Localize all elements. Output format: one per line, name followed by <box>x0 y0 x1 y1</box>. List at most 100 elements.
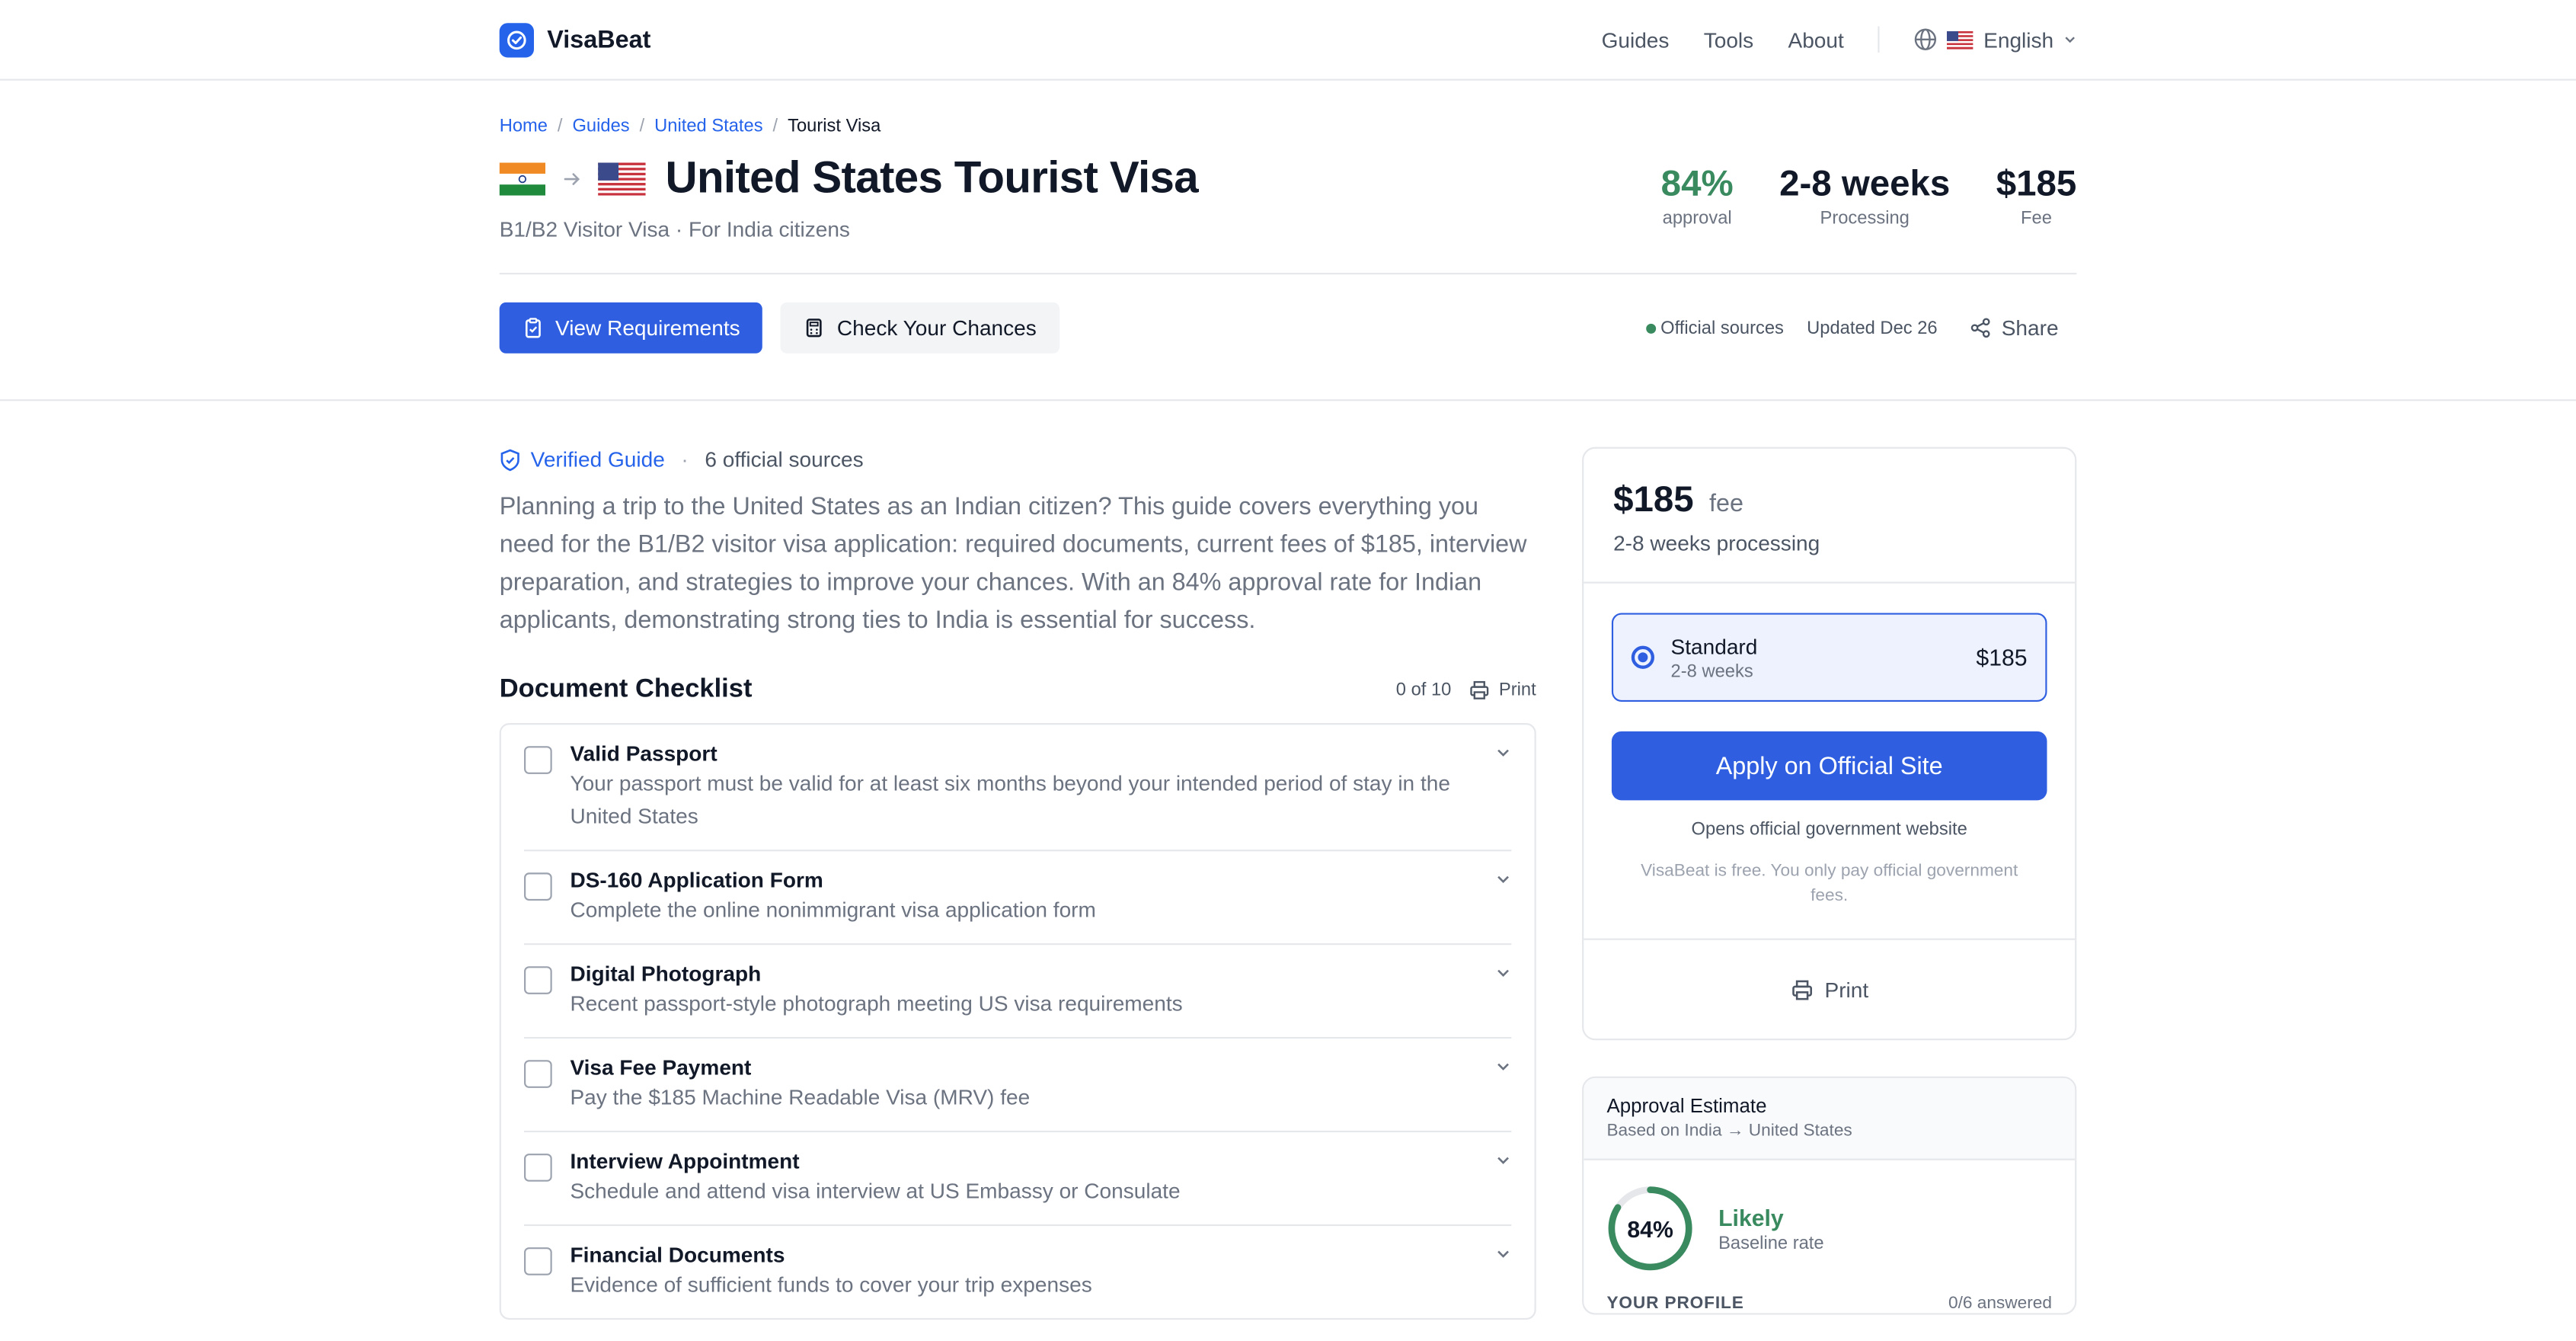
updated-date: Updated Dec 26 <box>1807 318 1938 338</box>
approval-subtitle: Based on India → United States <box>1606 1120 1852 1141</box>
checklist-item[interactable]: Visa Fee Payment Pay the $185 Machine Rea… <box>524 1039 1512 1133</box>
sidebar-print-button[interactable]: Print <box>1584 940 2075 1039</box>
checklist-item[interactable]: Digital Photograph Recent passport-style … <box>524 945 1512 1039</box>
option-name: Standard <box>1670 633 1758 658</box>
breadcrumb-country[interactable]: United States <box>654 117 762 136</box>
opens-note: Opens official government website <box>1691 820 1967 840</box>
checklist-item-title: Valid Passport <box>570 741 718 767</box>
main-nav: Guides Tools About English <box>1602 26 2077 53</box>
sources-count[interactable]: 6 official sources <box>705 447 863 472</box>
approval-title: Approval Estimate <box>1606 1094 1767 1118</box>
page-title: United States Tourist Visa <box>665 152 1199 203</box>
official-sources-label: Official sources <box>1660 318 1784 338</box>
free-note: VisaBeat is free. You only pay official … <box>1641 861 2018 906</box>
checklist-item-desc: Recent passport-style photograph meeting… <box>570 991 1183 1016</box>
checklist-checkbox[interactable] <box>524 746 552 774</box>
language-label: English <box>1983 27 2054 52</box>
checklist-item[interactable]: Interview Appointment Schedule and attend… <box>524 1132 1512 1227</box>
chevron-down-icon[interactable] <box>1495 1058 1512 1075</box>
chevron-down-icon[interactable] <box>1495 1152 1512 1169</box>
chevron-down-icon[interactable] <box>1495 744 1512 761</box>
approval-status: Likely <box>1718 1203 1784 1231</box>
brand[interactable]: VisaBeat <box>499 22 650 57</box>
check-chances-label: Check Your Chances <box>836 315 1037 341</box>
share-icon <box>1971 318 1991 338</box>
approval-ring: 84% <box>1606 1185 1693 1272</box>
guide-intro: Planning a trip to the United States as … <box>499 493 1527 635</box>
us-flag-icon <box>1947 30 1974 49</box>
sidebar-fee-amount: $185 <box>1613 478 1694 520</box>
sidebar-fee-word: fee <box>1709 489 1744 518</box>
chevron-down-icon[interactable] <box>1495 1246 1512 1263</box>
checklist-checkbox[interactable] <box>524 966 552 994</box>
approval-status-sub: Baseline rate <box>1718 1233 1824 1253</box>
breadcrumb-separator: / <box>557 117 563 137</box>
status-dot <box>1645 322 1656 333</box>
stat-fee-value: $185 <box>1996 162 2077 204</box>
profile-answered: 0/6 answered <box>1948 1293 2052 1314</box>
language-selector[interactable]: English <box>1915 27 2077 52</box>
chevron-down-icon <box>2065 37 2075 43</box>
share-button[interactable]: Share <box>1970 315 2059 340</box>
breadcrumb-home[interactable]: Home <box>500 117 548 136</box>
checklist-item-title: Financial Documents <box>570 1242 785 1267</box>
approval-percent: 84% <box>1627 1215 1673 1242</box>
stat-fee: $185 Fee <box>1996 163 2077 229</box>
check-chances-button[interactable]: Check Your Chances <box>781 302 1059 354</box>
checklist-checkbox[interactable] <box>524 872 552 901</box>
sidebar-processing: 2-8 weeks processing <box>1613 530 1820 556</box>
stat-fee-label: Fee <box>2021 208 2052 229</box>
nav-about[interactable]: About <box>1788 27 1844 52</box>
checklist-checkbox[interactable] <box>524 1154 552 1182</box>
nav-guides[interactable]: Guides <box>1602 27 1670 52</box>
checklist-item-desc: Complete the online nonimmigrant visa ap… <box>570 897 1096 923</box>
chevron-down-icon[interactable] <box>1495 965 1512 981</box>
hero-section: Home / Guides / United States / Tourist … <box>0 81 2576 402</box>
verified-guide-label: Verified Guide <box>530 446 665 472</box>
checklist-item-title: Interview Appointment <box>570 1148 800 1174</box>
checklist-item[interactable]: DS-160 Application Form Complete the onli… <box>524 851 1512 946</box>
clipboard-icon <box>525 318 541 338</box>
checklist-item-desc: Your passport must be valid for at least… <box>570 770 1450 829</box>
checklist-item[interactable]: Valid Passport Your passport must be vali… <box>524 725 1512 852</box>
option-radio[interactable] <box>1631 645 1654 669</box>
visa-option-standard[interactable]: Standard 2-8 weeks $185 <box>1611 613 2047 702</box>
dot-separator: · <box>681 446 689 472</box>
logo-icon <box>499 22 534 57</box>
verified-guide-badge[interactable]: Verified Guide <box>500 447 665 472</box>
sidebar: $185 fee 2-8 weeks processing Standard 2… <box>1582 446 2077 1320</box>
share-label: Share <box>2001 315 2059 341</box>
checklist-item-desc: Evidence of sufficient funds to cover yo… <box>570 1272 1092 1297</box>
document-checklist: Valid Passport Your passport must be vali… <box>499 723 1536 1320</box>
checklist-item-title: Visa Fee Payment <box>570 1055 752 1080</box>
arrow-right-icon <box>564 172 580 184</box>
sidebar-print-label: Print <box>1824 977 1869 1002</box>
stat-approval: 84% approval <box>1661 163 1734 229</box>
nav-tools[interactable]: Tools <box>1704 27 1753 52</box>
chevron-down-icon[interactable] <box>1495 871 1512 888</box>
stat-processing-label: Processing <box>1820 208 1910 229</box>
checklist-print-button[interactable]: Print <box>1469 680 1536 700</box>
hero-meta: Official sources Updated Dec 26 Share <box>1645 315 2077 340</box>
breadcrumb-guides[interactable]: Guides <box>572 117 629 136</box>
stat-processing: 2-8 weeks Processing <box>1779 163 1950 229</box>
us-flag-icon <box>598 162 646 195</box>
checklist-item[interactable]: Financial Documents Evidence of sufficien… <box>524 1226 1511 1318</box>
option-time: 2-8 weeks <box>1670 661 1753 682</box>
visa-stats: 84% approval 2-8 weeks Processing $185 F… <box>1661 163 2077 229</box>
globe-icon <box>1915 28 1937 50</box>
checklist-item-desc: Schedule and attend visa interview at US… <box>570 1178 1181 1203</box>
top-bar: VisaBeat Guides Tools About English <box>0 0 2576 81</box>
checklist-print-label: Print <box>1498 680 1536 700</box>
view-requirements-button[interactable]: View Requirements <box>499 302 763 354</box>
checklist-checkbox[interactable] <box>524 1247 552 1275</box>
shield-check-icon <box>500 448 519 471</box>
stat-approval-value: 84% <box>1660 162 1734 204</box>
checklist-checkbox[interactable] <box>524 1060 552 1088</box>
verified-row: Verified Guide · 6 official sources <box>500 447 1536 472</box>
guide-content: Verified Guide · 6 official sources Plan… <box>499 447 1536 1320</box>
fee-card: $185 fee 2-8 weeks processing Standard 2… <box>1582 446 2077 1041</box>
apply-official-button[interactable]: Apply on Official Site <box>1611 731 2047 801</box>
profile-label: YOUR PROFILE <box>1606 1293 1744 1314</box>
india-flag-icon <box>499 162 546 195</box>
